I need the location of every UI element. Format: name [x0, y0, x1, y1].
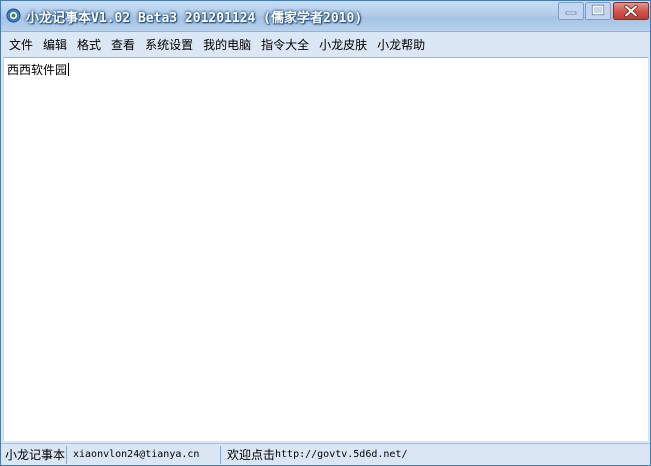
status-bar: 小龙记事本 xiaonvlon24@tianya.cn 欢迎点击 http://g… — [1, 443, 650, 465]
menu-system-settings[interactable]: 系统设置 — [140, 34, 198, 55]
close-button[interactable] — [613, 2, 649, 20]
status-email[interactable]: xiaonvlon24@tianya.cn — [67, 445, 221, 464]
minimize-icon — [558, 2, 584, 20]
maximize-button[interactable] — [585, 2, 611, 20]
status-promo-url[interactable]: http://govtv.5d6d.net/ — [275, 449, 407, 460]
menu-file[interactable]: 文件 — [4, 34, 38, 55]
minimize-button[interactable] — [558, 2, 584, 20]
window-title: 小龙记事本V1.02 Beta3 201201124 (儒家学者2010) — [26, 11, 363, 26]
menu-command-list[interactable]: 指令大全 — [256, 34, 314, 55]
notepad-app-icon[interactable] — [6, 8, 21, 23]
menu-edit[interactable]: 编辑 — [38, 34, 72, 55]
close-icon — [613, 2, 649, 20]
menu-help[interactable]: 小龙帮助 — [372, 34, 430, 55]
editor-text: 西西软件园 — [7, 63, 68, 77]
maximize-icon — [585, 2, 611, 20]
menu-my-computer[interactable]: 我的电脑 — [198, 34, 256, 55]
app-window: 小龙记事本V1.02 Beta3 201201124 (儒家学者2010) 文件… — [0, 0, 651, 466]
text-caret — [68, 63, 70, 76]
status-promo-prefix: 欢迎点击 — [227, 448, 276, 462]
editor-content[interactable]: 西西软件园 — [7, 61, 70, 78]
menu-skins[interactable]: 小龙皮肤 — [314, 34, 372, 55]
text-editor[interactable]: 西西软件园 — [3, 57, 648, 441]
menu-bar: 文件 编辑 格式 查看 系统设置 我的电脑 指令大全 小龙皮肤 小龙帮助 — [1, 32, 650, 56]
title-bar[interactable]: 小龙记事本V1.02 Beta3 201201124 (儒家学者2010) — [1, 1, 650, 32]
status-app-name: 小龙记事本 — [1, 445, 67, 464]
menu-format[interactable]: 格式 — [72, 34, 106, 55]
menu-view[interactable]: 查看 — [106, 34, 140, 55]
status-promo[interactable]: 欢迎点击 http://govtv.5d6d.net/ — [221, 446, 650, 464]
